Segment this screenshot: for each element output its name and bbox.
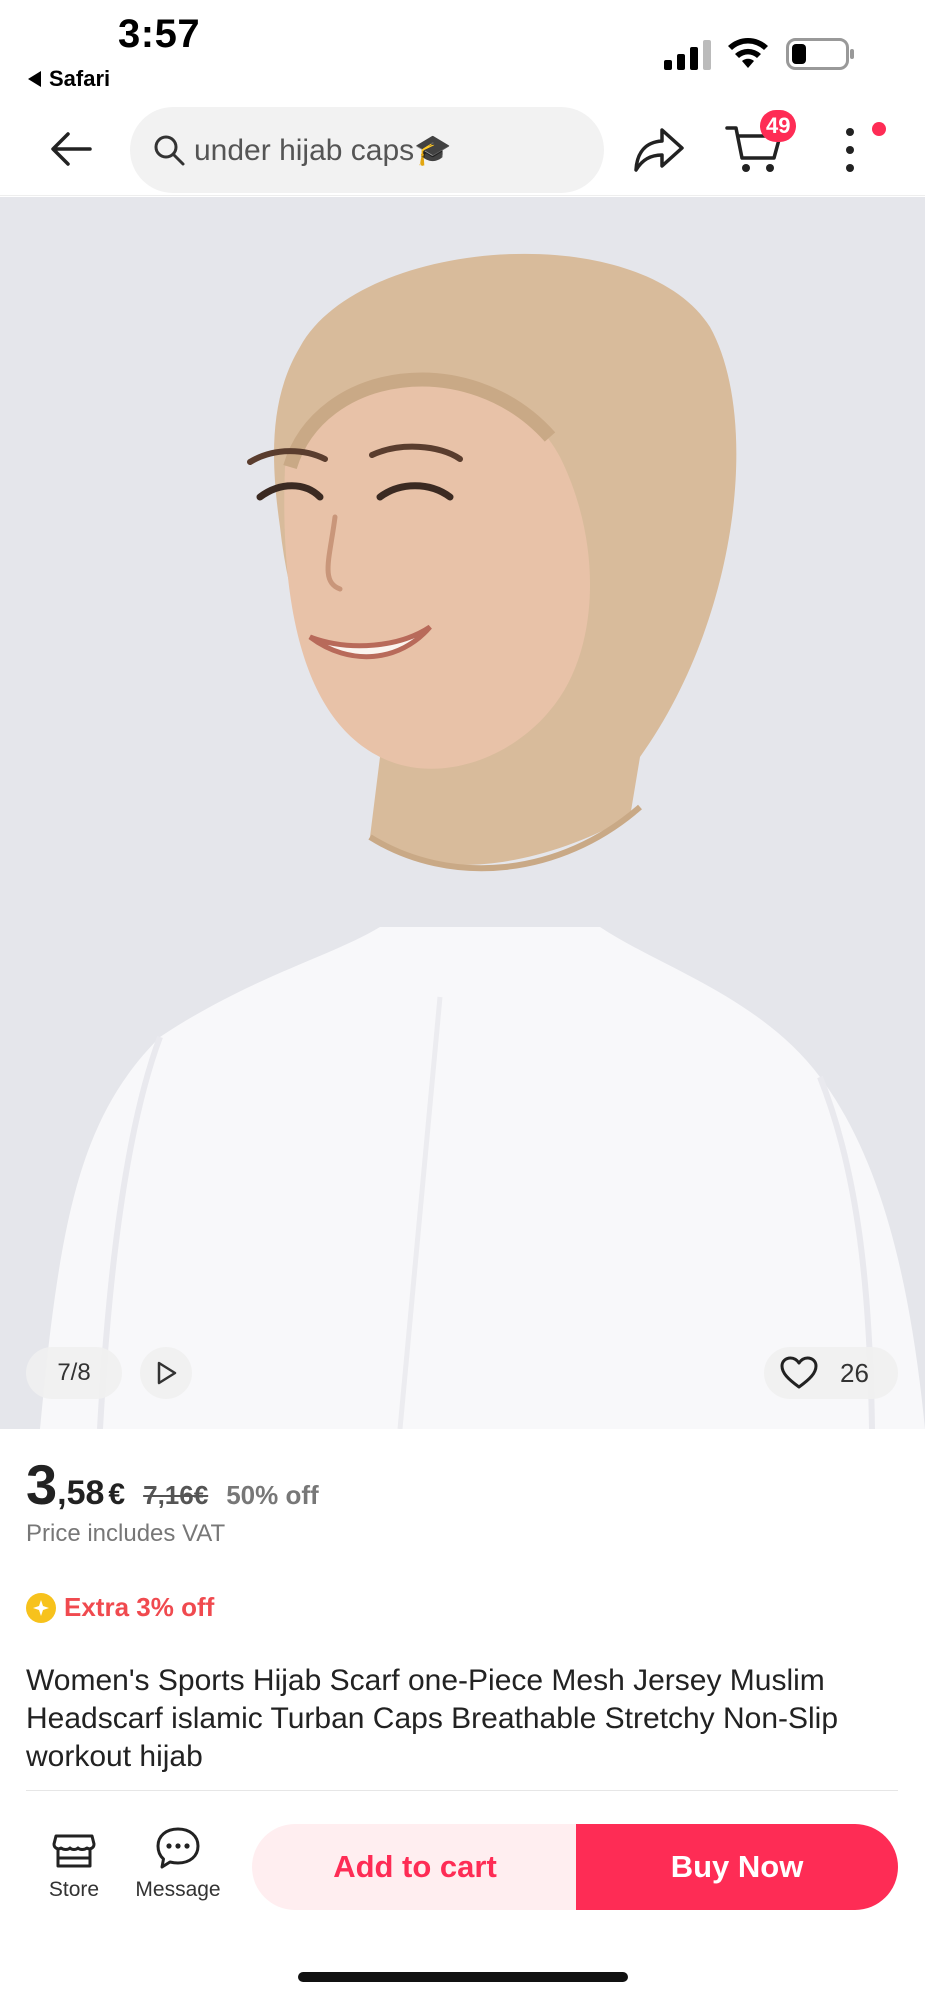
bottom-action-bar: Store Message Add to cart Buy Now xyxy=(0,1796,925,2000)
image-counter: 7/8 xyxy=(26,1347,122,1399)
original-price: 7,16€ xyxy=(143,1480,209,1510)
product-photo xyxy=(40,253,925,1429)
search-query: under hijab caps🎓 xyxy=(194,133,452,167)
search-icon xyxy=(154,135,185,166)
price-integer: 3 xyxy=(26,1453,58,1516)
message-icon xyxy=(156,1827,200,1869)
divider xyxy=(26,1790,898,1791)
home-indicator[interactable] xyxy=(298,1972,628,1982)
like-button[interactable]: 26 xyxy=(764,1347,898,1399)
status-time: 3:57 xyxy=(118,12,201,56)
top-nav: under hijab caps🎓 49 xyxy=(0,100,925,196)
extra-discount-badge[interactable]: Extra 3% off xyxy=(26,1592,214,1623)
wifi-icon xyxy=(728,38,768,68)
price-currency: € xyxy=(108,1478,126,1511)
heart-icon xyxy=(780,1356,818,1389)
price-row: 3 ,58 € 7,16€ 50% off xyxy=(26,1452,319,1517)
signal-icon xyxy=(664,40,711,70)
share-icon[interactable] xyxy=(632,122,686,176)
extra-discount-text: Extra 3% off xyxy=(64,1592,215,1622)
back-app-label: Safari xyxy=(49,66,111,91)
store-button[interactable]: Store xyxy=(36,1824,112,1902)
product-title: Women's Sports Hijab Scarf one-Piece Mes… xyxy=(26,1664,839,1773)
more-icon[interactable] xyxy=(840,124,860,176)
play-video-button[interactable] xyxy=(140,1347,192,1399)
status-bar: 3:57 Safari xyxy=(0,0,925,100)
back-to-app-link[interactable]: Safari xyxy=(28,66,110,92)
add-to-cart-button[interactable]: Add to cart xyxy=(252,1824,578,1910)
battery-icon xyxy=(786,38,854,70)
vat-note: Price includes VAT xyxy=(26,1520,226,1547)
message-button[interactable]: Message xyxy=(126,1824,230,1902)
notification-dot xyxy=(872,122,886,136)
back-arrow-icon[interactable] xyxy=(46,124,96,174)
buy-now-button[interactable]: Buy Now xyxy=(576,1824,898,1910)
store-icon xyxy=(52,1834,96,1868)
product-image[interactable]: 7/8 26 xyxy=(0,197,925,1429)
like-count: 26 xyxy=(840,1357,869,1388)
message-label: Message xyxy=(135,1878,221,1901)
store-label: Store xyxy=(48,1878,100,1901)
star-badge-icon xyxy=(26,1592,56,1623)
back-triangle-icon xyxy=(28,71,41,87)
discount-label: 50% off xyxy=(226,1480,319,1510)
play-icon xyxy=(157,1361,177,1385)
cart-count-badge: 49 xyxy=(760,110,797,142)
search-input[interactable]: under hijab caps🎓 xyxy=(130,107,604,193)
price-decimal: ,58 xyxy=(57,1474,105,1512)
